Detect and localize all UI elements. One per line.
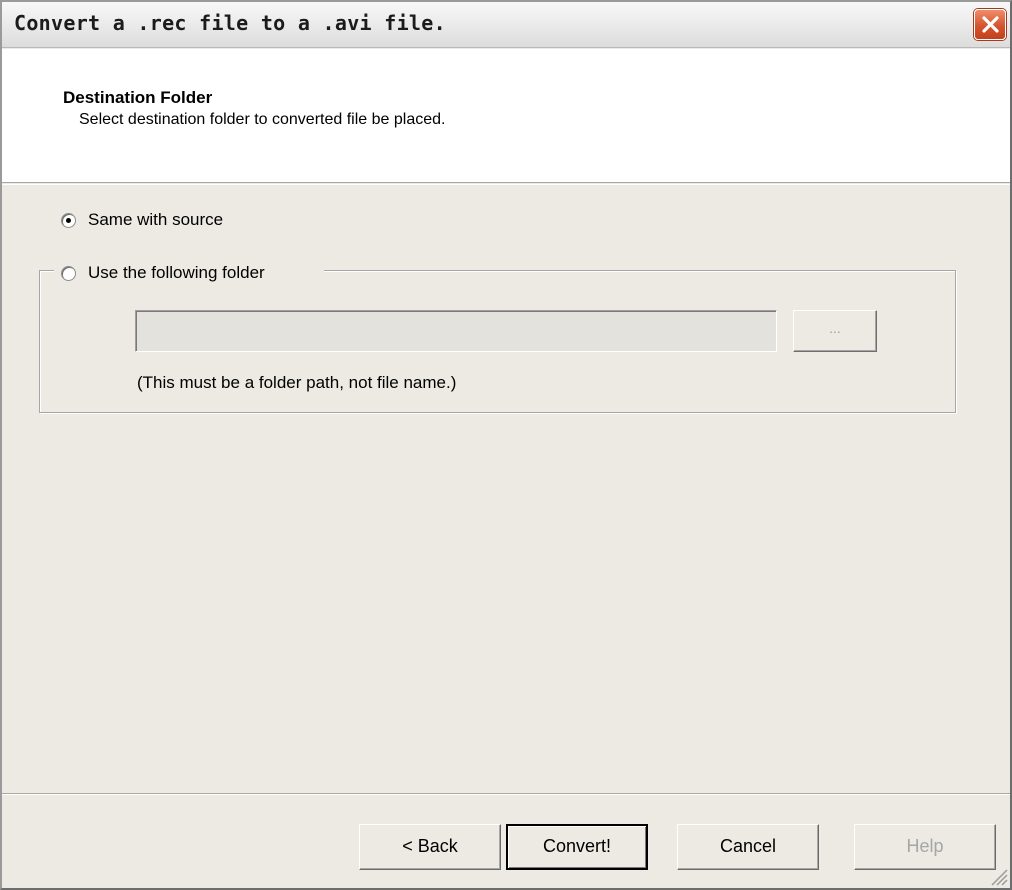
close-button[interactable] <box>974 9 1006 40</box>
header-divider <box>2 184 1010 185</box>
folder-hint-text: (This must be a folder path, not file na… <box>137 373 457 392</box>
same-with-source-label[interactable]: Same with source <box>88 210 223 230</box>
cancel-button[interactable]: Cancel <box>677 824 819 870</box>
title-bar[interactable]: Convert a .rec file to a .avi file. <box>2 2 1010 48</box>
same-with-source-radio[interactable] <box>61 212 76 228</box>
resize-grip-icon[interactable] <box>986 864 1008 886</box>
window-title: Convert a .rec file to a .avi file. <box>14 11 446 35</box>
same-with-source-option[interactable]: Same with source <box>61 210 223 230</box>
folder-path-input[interactable] <box>135 310 777 352</box>
browse-button[interactable]: ... <box>793 310 877 352</box>
back-button[interactable]: < Back <box>359 824 501 870</box>
close-icon <box>982 16 999 33</box>
page-subtitle: Select destination folder to converted f… <box>79 111 446 128</box>
convert-dialog: Convert a .rec file to a .avi file. Dest… <box>0 0 1012 890</box>
use-following-folder-label[interactable]: Use the following folder <box>88 263 265 283</box>
use-following-folder-radio[interactable] <box>61 265 76 281</box>
wizard-header: Destination Folder Select destination fo… <box>2 49 1010 183</box>
footer-divider <box>2 793 1010 795</box>
use-following-folder-option[interactable]: Use the following folder <box>61 263 265 283</box>
convert-button[interactable]: Convert! <box>506 824 648 870</box>
help-button[interactable]: Help <box>854 824 996 870</box>
page-title: Destination Folder <box>63 88 213 107</box>
